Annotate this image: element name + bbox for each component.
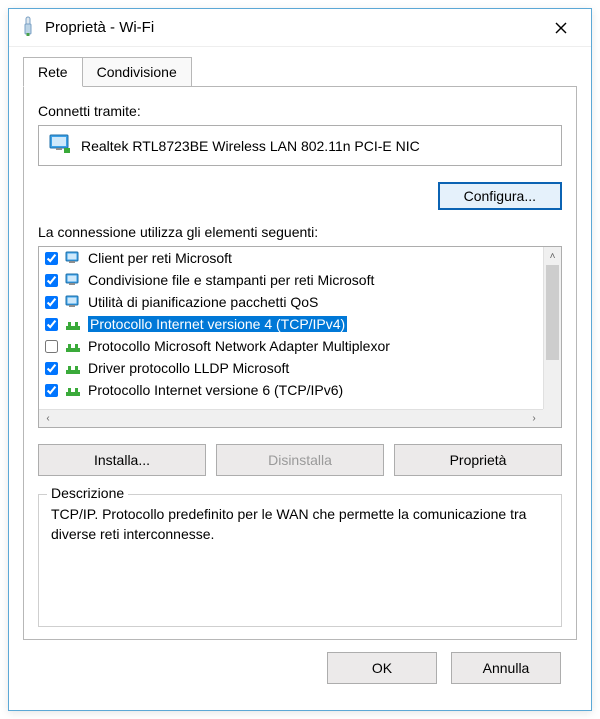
service-icon — [64, 273, 82, 287]
close-icon — [555, 22, 567, 34]
protocol-icon — [64, 339, 82, 353]
connect-label: Connetti tramite: — [38, 103, 562, 119]
list-item-checkbox[interactable] — [45, 340, 58, 353]
scroll-up-button[interactable]: ˄ — [544, 247, 561, 265]
nic-box: Realtek RTL8723BE Wireless LAN 802.11n P… — [38, 125, 562, 166]
protocol-icon — [64, 383, 82, 397]
wifi-adapter-icon — [19, 15, 37, 40]
nic-name: Realtek RTL8723BE Wireless LAN 802.11n P… — [81, 138, 420, 154]
content-area: Rete Condivisione Connetti tramite: Real… — [9, 47, 591, 710]
protocol-icon — [64, 361, 82, 375]
list-item-checkbox[interactable] — [45, 252, 58, 265]
list-item[interactable]: Protocollo Microsoft Network Adapter Mul… — [39, 335, 561, 357]
properties-button[interactable]: Proprietà — [394, 444, 562, 476]
dialog-window: Proprietà - Wi-Fi Rete Condivisione Conn… — [8, 8, 592, 711]
scroll-thumb[interactable] — [546, 265, 559, 360]
list-item-label: Driver protocollo LLDP Microsoft — [88, 360, 289, 376]
tab-row: Rete Condivisione — [23, 57, 577, 87]
vertical-scrollbar[interactable]: ˄ ˅ — [543, 247, 561, 409]
ok-button[interactable]: OK — [327, 652, 437, 684]
service-icon — [64, 251, 82, 265]
window-title: Proprietà - Wi-Fi — [45, 19, 541, 36]
description-group: Descrizione TCP/IP. Protocollo predefini… — [38, 494, 562, 627]
list-item[interactable]: Utilità di pianificazione pacchetti QoS — [39, 291, 561, 313]
list-item[interactable]: Protocollo Internet versione 4 (TCP/IPv4… — [39, 313, 561, 335]
chevron-left-icon: ‹ — [46, 413, 49, 424]
dialog-footer: OK Annulla — [23, 640, 577, 700]
scroll-right-button[interactable]: › — [525, 410, 543, 428]
list-item[interactable]: Driver protocollo LLDP Microsoft — [39, 357, 561, 379]
description-legend: Descrizione — [47, 485, 128, 501]
close-button[interactable] — [541, 12, 581, 44]
list-item-label: Utilità di pianificazione pacchetti QoS — [88, 294, 318, 310]
uninstall-button: Disinstalla — [216, 444, 384, 476]
chevron-up-icon: ˄ — [550, 251, 556, 262]
list-item[interactable]: Client per reti Microsoft — [39, 247, 561, 269]
install-button[interactable]: Installa... — [38, 444, 206, 476]
list-item-checkbox[interactable] — [45, 274, 58, 287]
tab-rete[interactable]: Rete — [23, 57, 83, 87]
scroll-track[interactable] — [544, 265, 561, 391]
scroll-corner — [543, 409, 561, 427]
list-item-checkbox[interactable] — [45, 296, 58, 309]
tab-condivisione[interactable]: Condivisione — [82, 57, 192, 87]
chevron-right-icon: › — [532, 413, 535, 424]
horizontal-scrollbar[interactable]: ‹ › — [39, 409, 543, 427]
list-item-checkbox[interactable] — [45, 318, 58, 331]
protocol-icon — [64, 317, 82, 331]
configure-button[interactable]: Configura... — [438, 182, 562, 210]
list-item[interactable]: Protocollo Internet versione 6 (TCP/IPv6… — [39, 379, 561, 401]
service-icon — [64, 295, 82, 309]
list-item-label: Condivisione file e stampanti per reti M… — [88, 272, 374, 288]
monitor-icon — [49, 134, 71, 157]
list-item-checkbox[interactable] — [45, 384, 58, 397]
elements-label: La connessione utilizza gli elementi seg… — [38, 224, 562, 240]
scroll-left-button[interactable]: ‹ — [39, 410, 57, 428]
tab-panel: Connetti tramite: Realtek RTL8723BE Wire… — [23, 86, 577, 640]
description-text: TCP/IP. Protocollo predefinito per le WA… — [51, 505, 549, 544]
list-item-label: Protocollo Microsoft Network Adapter Mul… — [88, 338, 390, 354]
cancel-button[interactable]: Annulla — [451, 652, 561, 684]
list-item-label: Client per reti Microsoft — [88, 250, 232, 266]
list-item-label: Protocollo Internet versione 4 (TCP/IPv4… — [88, 316, 347, 332]
list-item-label: Protocollo Internet versione 6 (TCP/IPv6… — [88, 382, 343, 398]
list-item[interactable]: Condivisione file e stampanti per reti M… — [39, 269, 561, 291]
titlebar: Proprietà - Wi-Fi — [9, 9, 591, 47]
list-item-checkbox[interactable] — [45, 362, 58, 375]
connection-items-listbox[interactable]: Client per reti Microsoft Condivisione fi… — [38, 246, 562, 428]
